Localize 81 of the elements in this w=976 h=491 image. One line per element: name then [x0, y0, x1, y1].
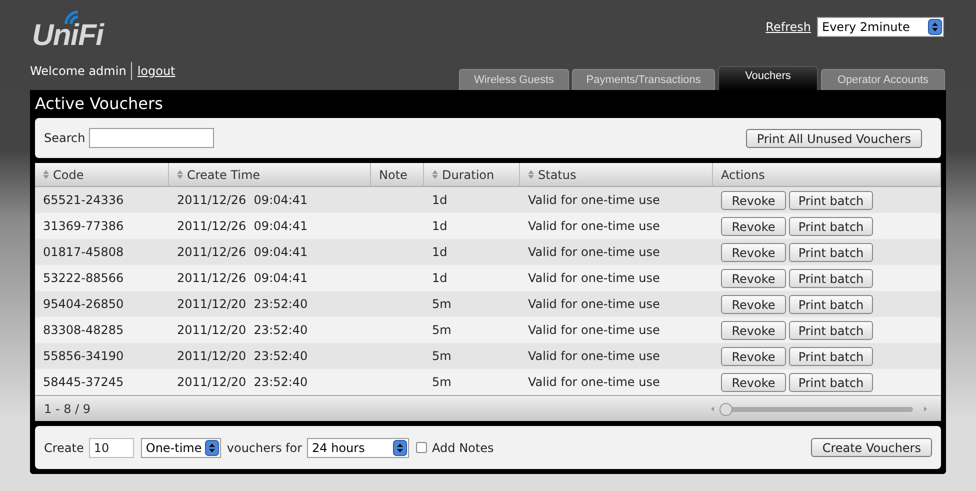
- pager-text: 1 - 8 / 9: [44, 400, 91, 418]
- table-cell: 1d: [432, 219, 448, 233]
- add-notes-label: Add Notes: [432, 440, 494, 456]
- column-header[interactable]: Note: [379, 166, 408, 184]
- table-cell: 1d: [432, 271, 448, 285]
- table-cell: Valid for one-time use: [528, 271, 660, 285]
- table-cell: 53222-88566: [43, 271, 124, 285]
- column-header[interactable]: Create Time: [187, 166, 260, 184]
- print-batch-button[interactable]: Print batch: [789, 216, 873, 236]
- count-field[interactable]: 10: [88, 438, 134, 458]
- print-batch-button[interactable]: Print batch: [789, 190, 873, 210]
- sort-icon[interactable]: [432, 170, 438, 179]
- table-cell: 2011/12/20 23:52:40: [177, 349, 308, 363]
- duration-select[interactable]: 24 hours: [307, 438, 410, 458]
- sort-icon[interactable]: [43, 170, 49, 179]
- table-cell: Valid for one-time use: [528, 193, 660, 207]
- revoke-button[interactable]: Revoke: [721, 372, 786, 392]
- create-vouchers-button[interactable]: Create Vouchers: [811, 438, 932, 457]
- horizontal-scrollbar[interactable]: [709, 402, 929, 416]
- table-cell: 2011/12/20 23:52:40: [177, 375, 308, 389]
- table-cell: 2011/12/26 09:04:41: [177, 271, 308, 285]
- print-batch-button[interactable]: Print batch: [789, 372, 873, 392]
- table-cell: Valid for one-time use: [528, 219, 660, 233]
- search-label: Search: [44, 130, 86, 147]
- column-header[interactable]: Code: [53, 166, 84, 184]
- sort-icon[interactable]: [177, 170, 183, 179]
- table-cell: 2011/12/26 09:04:41: [177, 219, 308, 233]
- table-cell: 65521-24336: [43, 193, 124, 207]
- table-cell: 83308-48285: [43, 323, 124, 337]
- table-cell: 01817-45808: [43, 245, 124, 259]
- table-cell: 5m: [432, 323, 452, 337]
- table-cell: 2011/12/20 23:52:40: [177, 297, 308, 311]
- panel-title: Active Vouchers: [35, 93, 164, 115]
- sort-icon[interactable]: [528, 170, 534, 179]
- table-cell: 31369-77386: [43, 219, 124, 233]
- print-all-button[interactable]: Print All Unused Vouchers: [746, 128, 922, 148]
- add-notes-checkbox[interactable]: [416, 442, 428, 453]
- table-cell: 1d: [432, 245, 448, 259]
- table-cell: Valid for one-time use: [528, 349, 660, 363]
- table-cell: 5m: [432, 375, 452, 389]
- revoke-button[interactable]: Revoke: [721, 346, 786, 366]
- table-cell: 5m: [432, 297, 452, 311]
- print-batch-button[interactable]: Print batch: [789, 294, 873, 314]
- table-cell: 2011/12/26 09:04:41: [177, 245, 308, 259]
- print-batch-button[interactable]: Print batch: [789, 320, 873, 340]
- table-cell: 2011/12/20 23:52:40: [177, 323, 308, 337]
- table-cell: Valid for one-time use: [528, 375, 660, 389]
- table-cell: 95404-26850: [43, 297, 124, 311]
- stepper-icon: [204, 440, 219, 456]
- table-cell: Valid for one-time use: [528, 323, 660, 337]
- logout-link[interactable]: logout: [132, 62, 176, 80]
- table-cell: 55856-34190: [43, 349, 124, 363]
- table-cell: 1d: [432, 193, 448, 207]
- vouchers-for-label: vouchers for: [226, 440, 302, 456]
- column-header[interactable]: Duration: [442, 166, 494, 184]
- revoke-button[interactable]: Revoke: [721, 320, 786, 340]
- column-header[interactable]: Actions: [721, 166, 765, 184]
- column-header[interactable]: Status: [538, 166, 576, 184]
- table-cell: Valid for one-time use: [528, 245, 660, 259]
- table-cell: 5m: [432, 349, 452, 363]
- print-batch-button[interactable]: Print batch: [789, 242, 873, 262]
- table-cell: 58445-37245: [43, 375, 124, 389]
- stepper-icon: [928, 19, 942, 35]
- unifi-logo: UniFi: [32, 8, 107, 54]
- print-batch-button[interactable]: Print batch: [789, 346, 873, 366]
- table-cell: 2011/12/26 09:04:41: [177, 193, 308, 207]
- create-label: Create: [44, 440, 84, 456]
- revoke-button[interactable]: Revoke: [721, 294, 786, 314]
- tab[interactable]: Vouchers: [718, 66, 818, 90]
- revoke-button[interactable]: Revoke: [721, 216, 786, 236]
- revoke-button[interactable]: Revoke: [721, 242, 786, 262]
- refresh-select[interactable]: Every 2minute: [817, 17, 944, 37]
- refresh-link[interactable]: Refresh: [766, 18, 811, 36]
- voucher-type-select[interactable]: One-time: [140, 438, 221, 458]
- revoke-button[interactable]: Revoke: [721, 190, 786, 210]
- stepper-icon: [393, 440, 408, 456]
- search-field[interactable]: [89, 128, 214, 148]
- revoke-button[interactable]: Revoke: [721, 268, 786, 288]
- print-batch-button[interactable]: Print batch: [789, 268, 873, 288]
- table-cell: Valid for one-time use: [528, 297, 660, 311]
- welcome-text: Welcome admin: [30, 62, 132, 80]
